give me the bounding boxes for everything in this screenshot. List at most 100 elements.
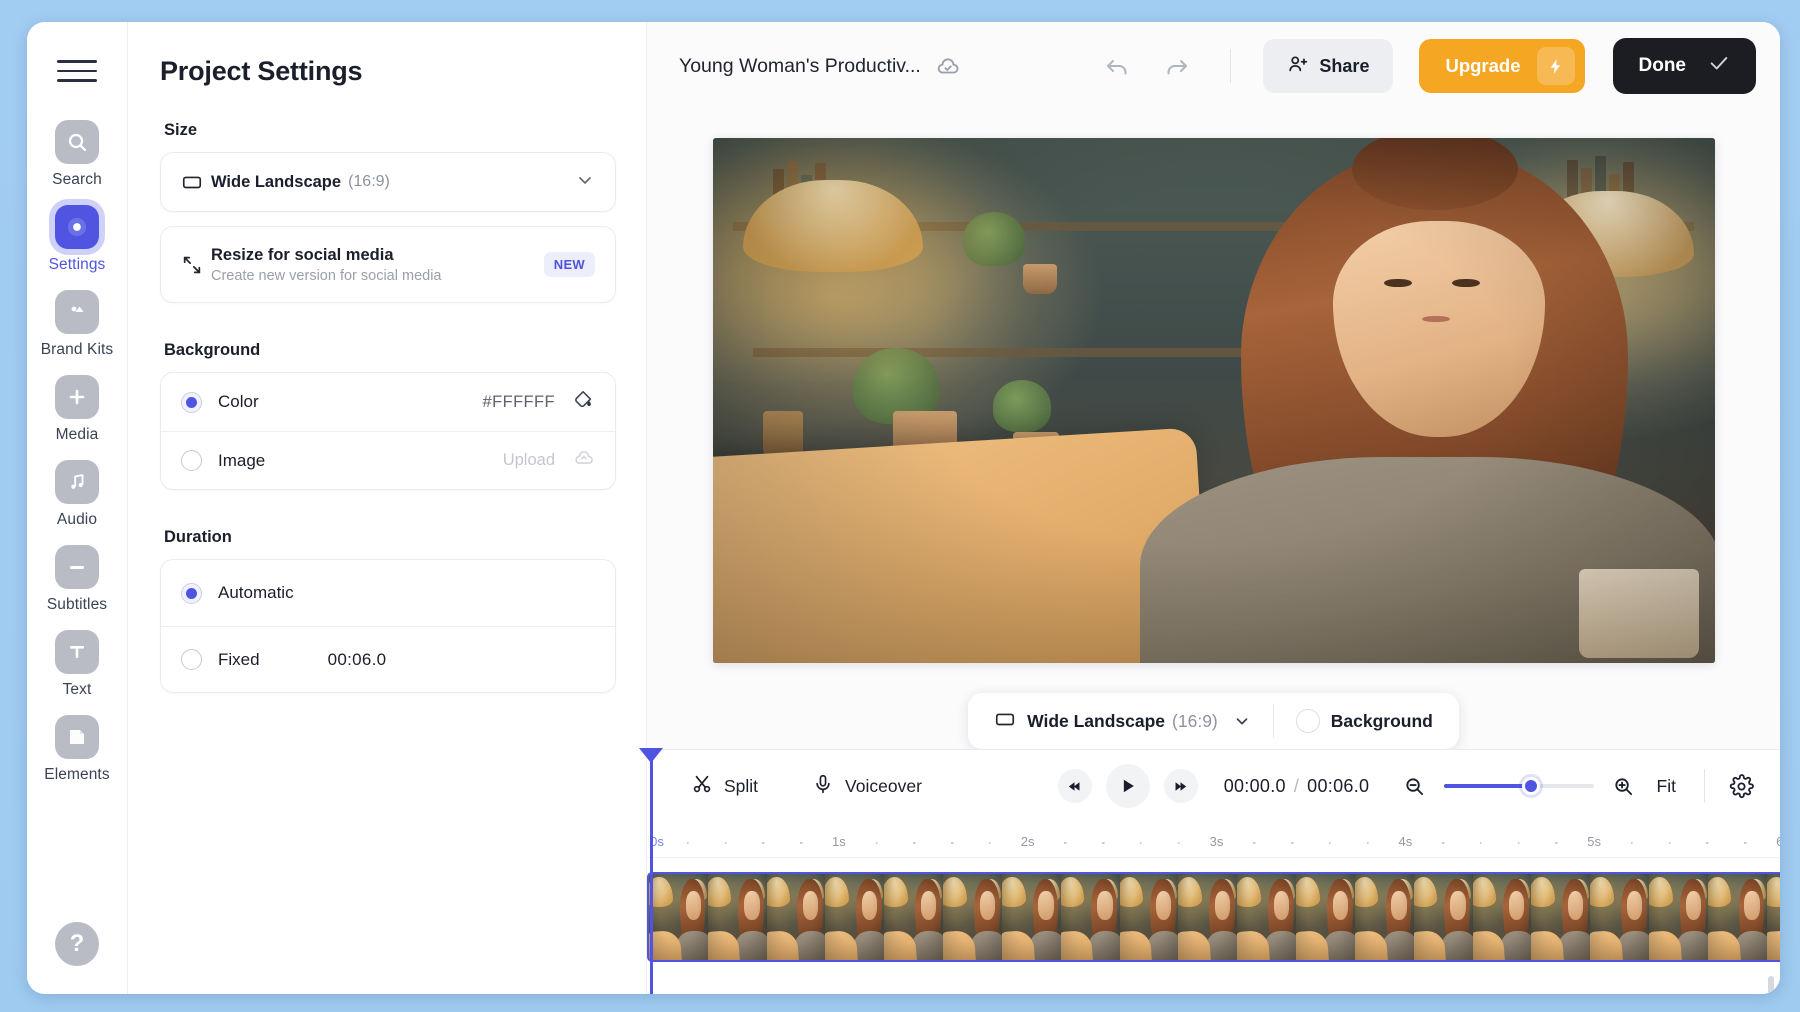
sidebar-item-subtitles[interactable]: Subtitles: [27, 535, 127, 620]
share-label: Share: [1319, 55, 1370, 76]
canvas-size-selector[interactable]: Wide Landscape (16:9): [972, 693, 1273, 749]
ruler-minor-tick: [950, 841, 954, 844]
gear-icon[interactable]: [1729, 773, 1754, 799]
video-clip[interactable]: [647, 872, 1780, 962]
upgrade-button[interactable]: Upgrade: [1419, 39, 1585, 93]
ruler-tick: 6s: [1776, 834, 1780, 849]
video-preview[interactable]: [712, 138, 1715, 663]
sidebar-label-subtitles: Subtitles: [46, 596, 108, 613]
upload-cloud-icon[interactable]: [573, 447, 595, 474]
slider-thumb[interactable]: [1521, 777, 1540, 795]
timeline-scrollbar[interactable]: [1768, 976, 1774, 994]
radio-duration-automatic[interactable]: [181, 582, 202, 604]
resize-social-row[interactable]: Resize for social media Create new versi…: [161, 227, 615, 302]
canvas-background-button[interactable]: Background: [1274, 693, 1455, 749]
fit-button[interactable]: Fit: [1653, 776, 1680, 797]
cloud-check-icon[interactable]: [935, 53, 961, 79]
voiceover-button[interactable]: Voiceover: [798, 765, 936, 808]
clip-thumbnail: [1590, 874, 1650, 960]
sidebar-item-media[interactable]: Media: [27, 365, 127, 450]
background-image-row[interactable]: Image Upload: [161, 431, 615, 489]
ruler-tick: 5s: [1587, 834, 1602, 849]
preview-scene-image: [712, 138, 1715, 663]
background-upload-label[interactable]: Upload: [503, 451, 555, 470]
left-sidebar: Search Settings Brand Kits Media Audio S…: [27, 22, 127, 994]
ruler-minor-tick: [1479, 841, 1483, 844]
size-preset-card: Wide Landscape (16:9): [160, 152, 616, 212]
document-title[interactable]: Young Woman's Productiv...: [679, 55, 921, 78]
upgrade-label: Upgrade: [1445, 55, 1521, 76]
sidebar-item-elements[interactable]: Elements: [27, 705, 127, 790]
landscape-frame-icon: [994, 708, 1016, 735]
music-note-icon: [55, 460, 99, 504]
playhead[interactable]: [640, 748, 661, 994]
split-label: Split: [724, 775, 759, 796]
background-color-value[interactable]: #FFFFFF: [483, 393, 555, 412]
clip-thumbnail: [825, 874, 885, 960]
share-button[interactable]: Share: [1263, 39, 1394, 93]
settings-icon: [55, 205, 99, 249]
sidebar-label-text: Text: [62, 681, 92, 698]
sidebar-label-audio: Audio: [56, 511, 98, 528]
ruler-minor-tick: [988, 841, 992, 844]
skip-forward-icon[interactable]: [1163, 769, 1198, 803]
duration-fixed-row[interactable]: Fixed 00:06.0: [161, 626, 615, 692]
hamburger-icon[interactable]: [57, 56, 97, 86]
radio-duration-fixed[interactable]: [181, 649, 202, 670]
duration-automatic-row[interactable]: Automatic: [161, 560, 615, 626]
sidebar-item-search[interactable]: Search: [27, 110, 127, 195]
resize-title: Resize for social media: [211, 245, 394, 264]
play-icon[interactable]: [1105, 764, 1150, 808]
background-color-label: Color: [218, 392, 259, 411]
ruler-tick: 3s: [1209, 834, 1224, 849]
subtitles-icon: [55, 545, 99, 589]
zoom-in-icon[interactable]: [1612, 775, 1635, 798]
clip-thumbnail: [884, 874, 944, 960]
duration-fixed-label: Fixed: [218, 649, 260, 669]
clip-thumbnail: [1766, 874, 1780, 960]
duration-fixed-value[interactable]: 00:06.0: [328, 650, 387, 670]
search-icon: [55, 120, 99, 164]
background-color-row[interactable]: Color #FFFFFF: [161, 373, 615, 431]
clip-thumbnail: [649, 874, 708, 960]
ruler-minor-tick: [1101, 841, 1105, 844]
ruler-minor-tick: [1253, 841, 1256, 844]
current-time: 00:00.0: [1223, 775, 1286, 796]
canvas-background-label: Background: [1330, 710, 1433, 731]
time-separator: /: [1293, 775, 1300, 796]
radio-background-color[interactable]: [181, 391, 202, 413]
ruler-minor-tick: [762, 841, 765, 844]
done-label: Done: [1638, 55, 1687, 76]
clip-thumbnail: [1237, 874, 1297, 960]
ruler-minor-tick: [724, 841, 727, 844]
help-icon[interactable]: ?: [55, 922, 99, 966]
chevron-down-icon[interactable]: [1233, 712, 1251, 730]
size-preset-row[interactable]: Wide Landscape (16:9): [161, 153, 615, 211]
sidebar-item-audio[interactable]: Audio: [27, 450, 127, 535]
sidebar-item-text[interactable]: Text: [27, 620, 127, 705]
ruler-tick: 1s: [831, 834, 846, 849]
radio-background-image[interactable]: [181, 450, 202, 471]
timeline-panel: Split Voiceover 00:00.0 / 00:06.0 Fit 0s…: [640, 748, 1780, 994]
ruler-minor-tick: [799, 841, 803, 844]
zoom-slider[interactable]: [1443, 777, 1594, 795]
zoom-out-icon[interactable]: [1403, 775, 1426, 798]
done-button[interactable]: Done: [1612, 38, 1756, 94]
canvas-floating-toolbar: Wide Landscape (16:9) Background: [968, 693, 1459, 749]
sidebar-item-settings[interactable]: Settings: [27, 195, 127, 280]
background-swatch[interactable]: [1295, 709, 1320, 733]
skip-back-icon[interactable]: [1057, 769, 1092, 803]
timeline-ruler[interactable]: 0s1s2s3s4s5s6s: [647, 822, 1780, 858]
color-picker-icon[interactable]: [573, 389, 595, 416]
chevron-down-icon[interactable]: [575, 170, 595, 195]
clip-thumbnail: [1531, 874, 1591, 960]
undo-arrow-icon[interactable]: [1096, 44, 1140, 88]
text-icon: [55, 630, 99, 674]
split-button[interactable]: Split: [677, 765, 772, 808]
redo-arrow-icon[interactable]: [1154, 44, 1198, 88]
sidebar-item-brand-kits[interactable]: Brand Kits: [27, 280, 127, 365]
sidebar-footer: ?: [55, 922, 99, 994]
slider-fill: [1443, 784, 1531, 788]
ruler-minor-tick: [1366, 841, 1369, 844]
size-preset-ratio: (16:9): [348, 173, 390, 190]
